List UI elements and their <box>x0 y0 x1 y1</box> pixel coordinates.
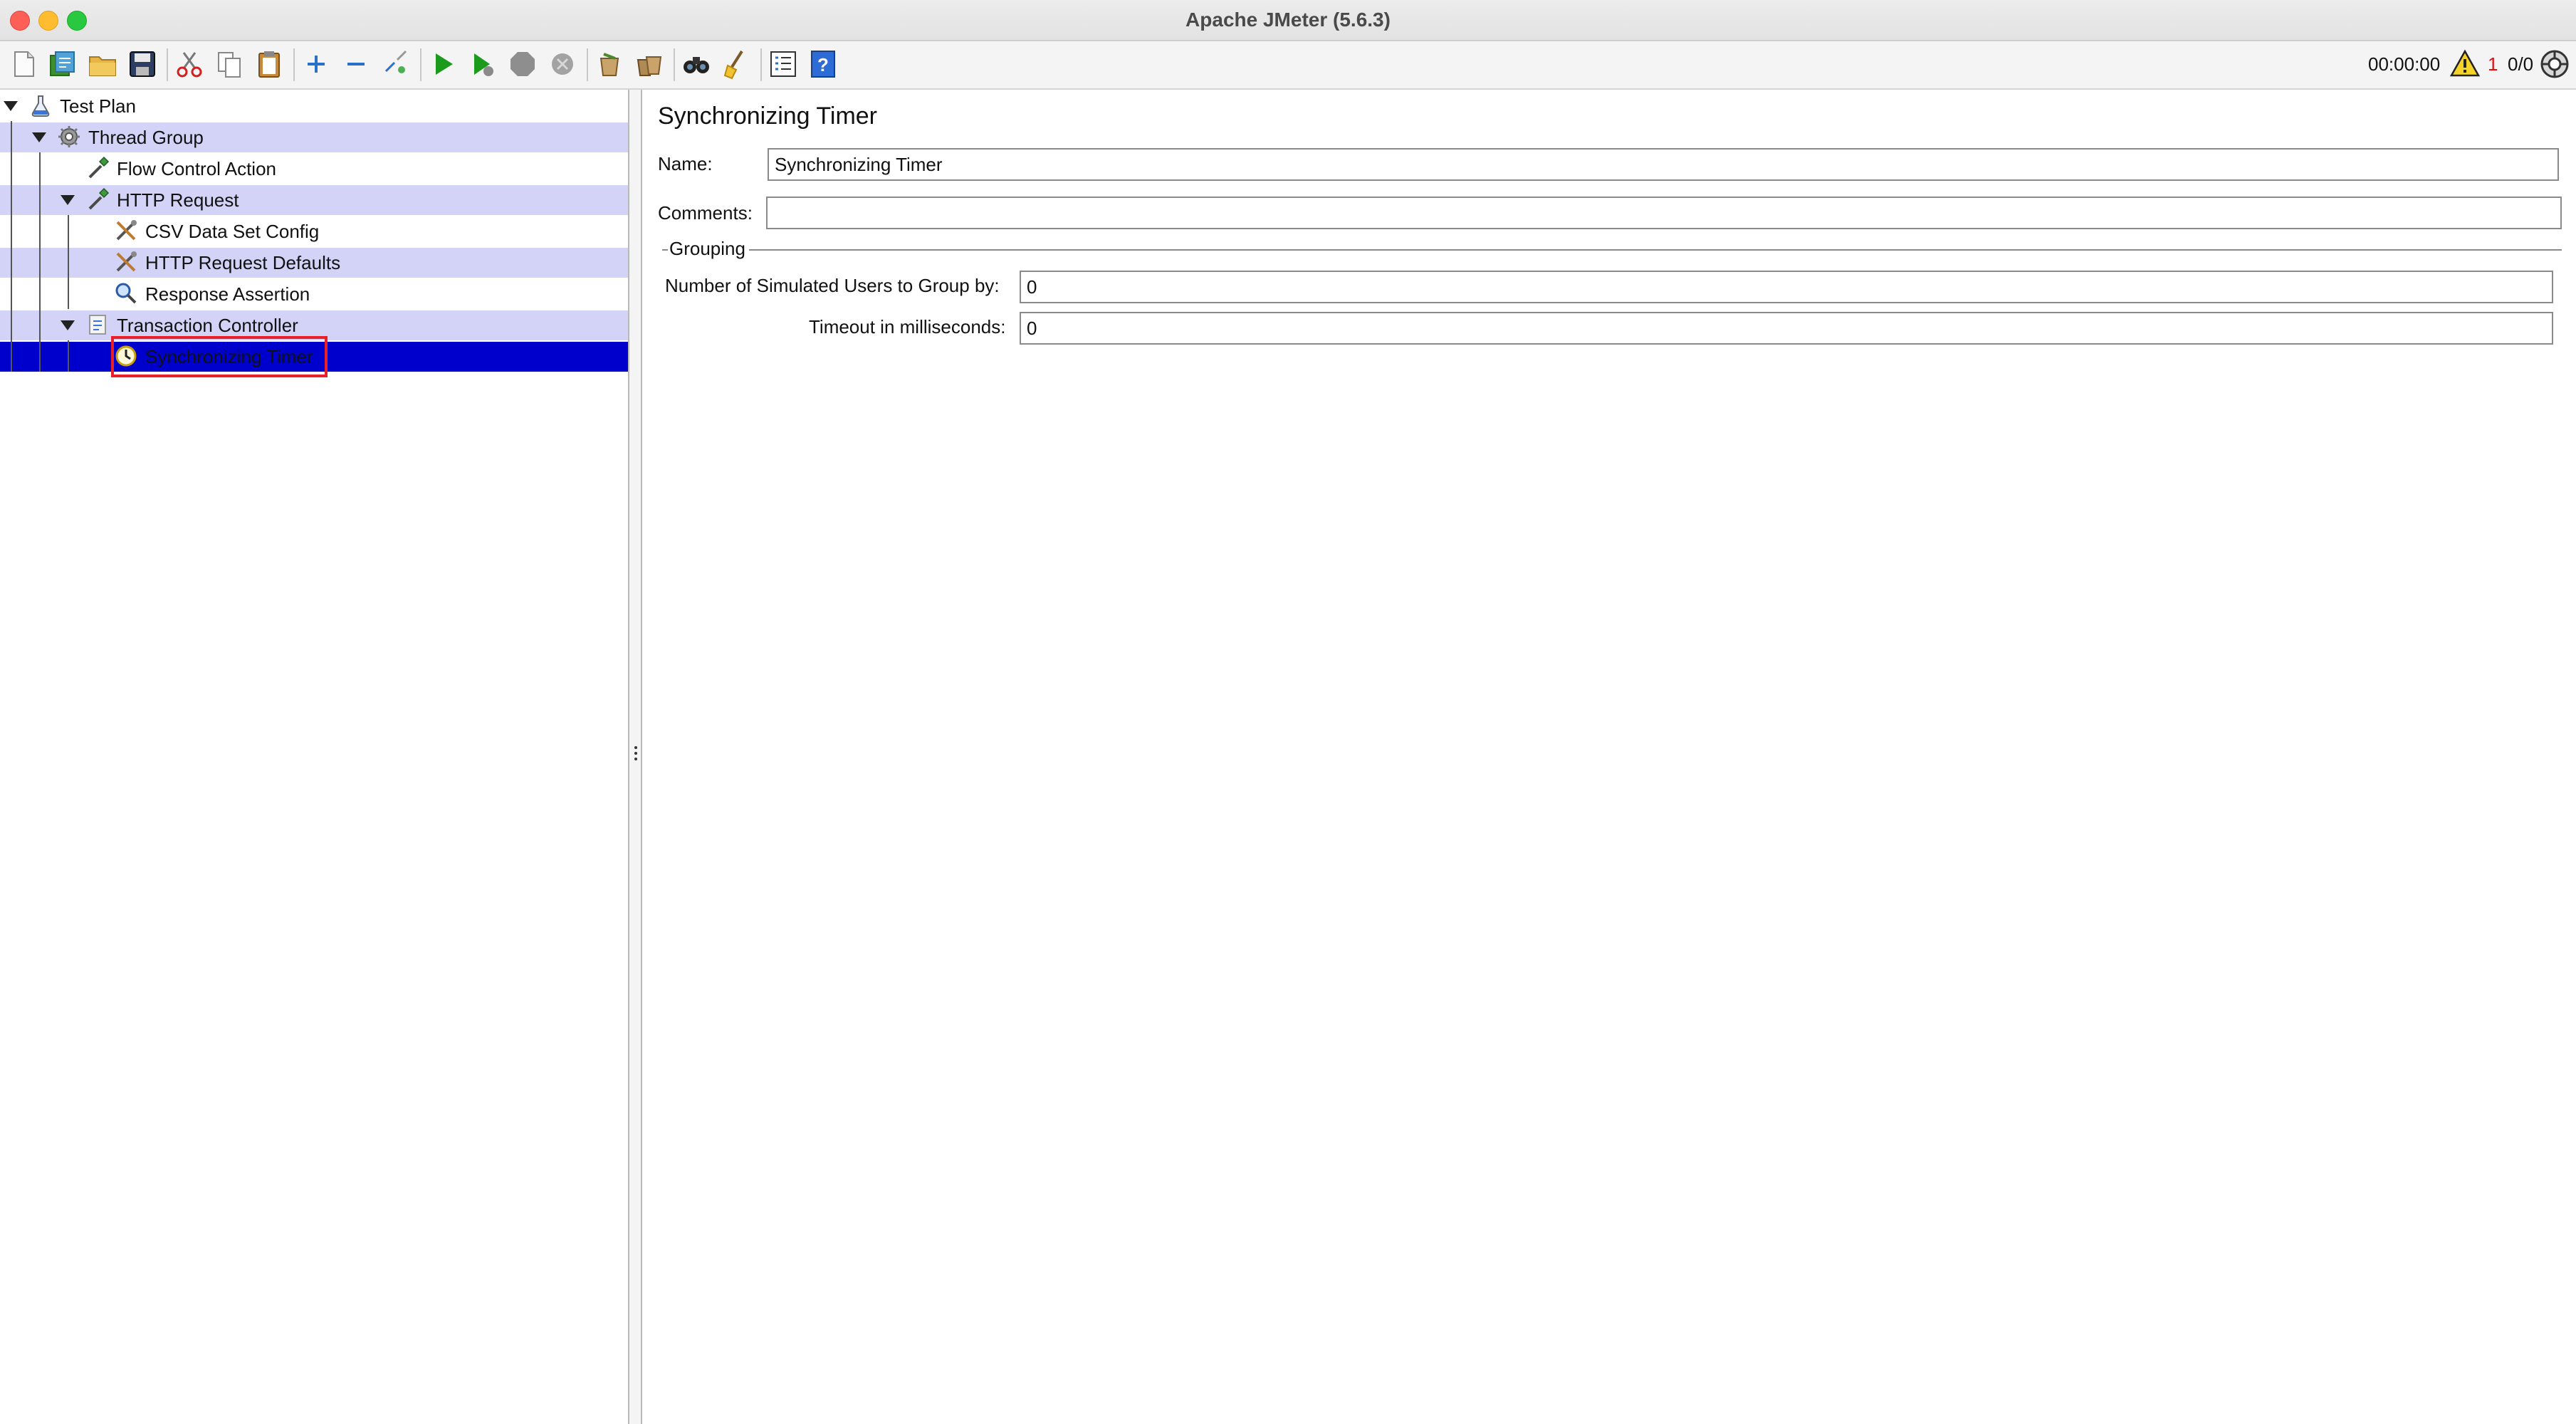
name-field[interactable] <box>768 148 2559 181</box>
pipette-icon <box>85 156 110 180</box>
title-bar: Apache JMeter (5.6.3) <box>0 0 2576 41</box>
cut-icon[interactable] <box>172 47 206 81</box>
tools-icon <box>114 219 138 243</box>
paste-icon[interactable] <box>252 47 286 81</box>
warning-count: 1 <box>2488 53 2498 75</box>
tree-label-test-plan: Test Plan <box>60 95 136 117</box>
selection-annotation-box <box>111 336 328 377</box>
svg-text:?: ? <box>817 54 829 75</box>
warning-icon[interactable] <box>2448 47 2482 81</box>
grouping-section-title: Grouping <box>668 238 747 260</box>
users-to-group-label: Number of Simulated Users to Group by: <box>665 275 1000 296</box>
start-no-pauses-icon[interactable] <box>466 47 500 81</box>
magnifier-icon <box>114 281 138 305</box>
gear-icon <box>57 125 81 149</box>
controller-icon <box>85 313 110 337</box>
new-icon[interactable] <box>7 47 41 81</box>
start-icon[interactable] <box>426 47 460 81</box>
expand-toggle-test-plan[interactable] <box>4 101 18 111</box>
test-plan-tree: Test Plan Thread Group Flow Control Acti… <box>0 90 628 1424</box>
copy-icon[interactable] <box>212 47 246 81</box>
synchronizing-timer-panel: Synchronizing Timer Name: Comments: Grou… <box>644 90 2576 1424</box>
collapse-icon[interactable] <box>339 47 373 81</box>
comments-label: Comments: <box>658 202 753 224</box>
shutdown-icon[interactable] <box>545 47 580 81</box>
timeout-label: Timeout in milliseconds: <box>809 316 1006 337</box>
comments-field[interactable] <box>766 197 2562 229</box>
tree-label-response-assertion: Response Assertion <box>145 283 310 305</box>
split-pane-divider[interactable] <box>628 90 642 1424</box>
templates-icon[interactable] <box>46 47 80 81</box>
elapsed-timer: 00:00:00 <box>2368 53 2441 75</box>
tree-label-http-request: HTTP Request <box>117 189 239 211</box>
tree-label-http-request-defaults: HTTP Request Defaults <box>145 252 341 273</box>
test-plan-icon <box>28 93 53 117</box>
expand-toggle-transaction-controller[interactable] <box>61 320 75 330</box>
help-icon[interactable]: ? <box>806 47 840 81</box>
tools-icon <box>114 250 138 274</box>
panel-title: Synchronizing Timer <box>658 103 878 130</box>
tree-label-flow-control-action: Flow Control Action <box>117 158 276 179</box>
function-helper-icon[interactable] <box>766 47 800 81</box>
stop-icon[interactable] <box>506 47 540 81</box>
name-label: Name: <box>658 153 713 174</box>
jmeter-window: Apache JMeter (5.6.3) ? 00:00:00 1 0/0 T… <box>0 0 2576 1424</box>
toggle-icon[interactable] <box>379 47 413 81</box>
tree-label-csv-data-set-config: CSV Data Set Config <box>145 221 320 242</box>
tree-node-response-assertion[interactable] <box>0 279 628 309</box>
users-to-group-field[interactable] <box>1020 271 2553 303</box>
clear-icon[interactable] <box>592 47 627 81</box>
remote-status-icon <box>2538 47 2572 81</box>
save-icon[interactable] <box>125 47 159 81</box>
open-icon[interactable] <box>85 47 120 81</box>
pipette-icon <box>85 187 110 211</box>
toolbar: ? 00:00:00 1 0/0 <box>0 41 2576 90</box>
timeout-field[interactable] <box>1020 312 2553 345</box>
expand-toggle-http-request[interactable] <box>61 195 75 205</box>
thread-count: 0/0 <box>2508 53 2534 75</box>
tree-label-thread-group: Thread Group <box>88 127 204 148</box>
clear-all-icon[interactable] <box>632 47 666 81</box>
search-icon[interactable] <box>679 47 713 81</box>
window-title: Apache JMeter (5.6.3) <box>1185 9 1391 31</box>
reset-search-icon[interactable] <box>719 47 753 81</box>
expand-icon[interactable] <box>299 47 333 81</box>
expand-toggle-thread-group[interactable] <box>32 132 46 142</box>
